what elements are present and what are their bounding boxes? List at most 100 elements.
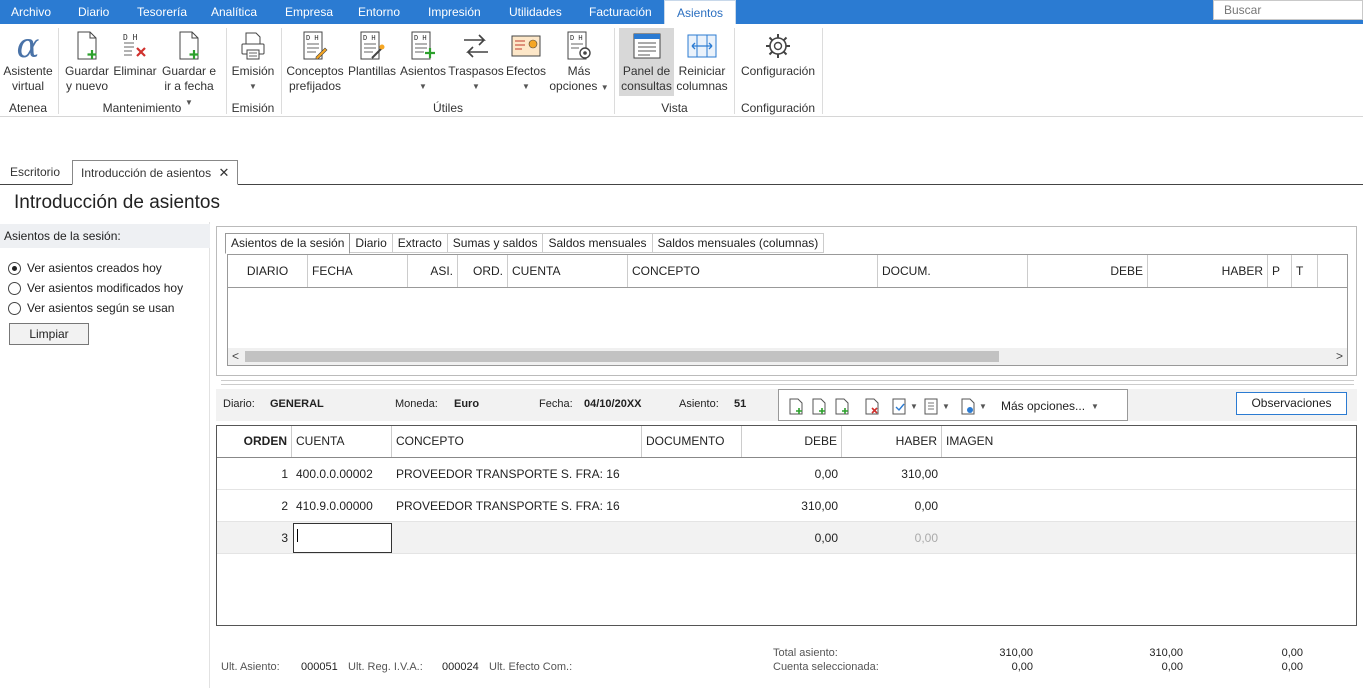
- chevron-down-icon[interactable]: ▼: [910, 402, 918, 411]
- col-diario[interactable]: DIARIO: [228, 255, 308, 287]
- menu-utilidades[interactable]: Utilidades: [503, 0, 568, 24]
- panel-consultas-button[interactable]: Panel de consultas: [619, 28, 674, 96]
- col-ord[interactable]: ORD.: [458, 255, 508, 287]
- group-vista: Vista: [661, 101, 688, 115]
- emision-button[interactable]: Emisión ▼: [230, 28, 276, 94]
- cell-concepto[interactable]: [392, 522, 642, 554]
- close-icon[interactable]: ✕: [218, 165, 229, 180]
- reiniciar-columnas-button[interactable]: Reiniciar columnas: [676, 28, 728, 94]
- scroll-right-icon[interactable]: >: [1336, 348, 1343, 365]
- col-cuenta[interactable]: CUENTA: [292, 426, 392, 457]
- col-asi[interactable]: ASI.: [408, 255, 458, 287]
- cell-haber[interactable]: 310,00: [842, 458, 942, 490]
- scrollbar-thumb[interactable]: [245, 351, 999, 362]
- table-row[interactable]: 1 400.0.0.00002 PROVEEDOR TRANSPORTE S. …: [217, 458, 1356, 490]
- col-haber[interactable]: HABER: [1148, 255, 1268, 287]
- efectos-button[interactable]: Efectos ▼: [506, 28, 546, 94]
- col-haber[interactable]: HABER: [842, 426, 942, 457]
- menu-diario[interactable]: Diario: [72, 0, 115, 24]
- cell-documento[interactable]: [642, 458, 742, 490]
- tab-sumas-saldos[interactable]: Sumas y saldos: [447, 233, 544, 253]
- table-row-editing[interactable]: 3 0,00 0,00: [217, 522, 1356, 554]
- mas-opciones-dropdown[interactable]: Más opciones... ▼: [1001, 397, 1099, 415]
- splitter-line[interactable]: [221, 384, 1354, 385]
- conceptos-prefijados-button[interactable]: D H Conceptos prefijados: [286, 28, 344, 94]
- menu-entorno[interactable]: Entorno: [352, 0, 406, 24]
- menu-analitica[interactable]: Analítica: [205, 0, 263, 24]
- cell-concepto[interactable]: PROVEEDOR TRANSPORTE S. FRA: 16: [392, 458, 642, 490]
- cell-debe[interactable]: 0,00: [742, 522, 842, 554]
- tab-saldos-mensuales[interactable]: Saldos mensuales: [543, 233, 653, 253]
- radio-button[interactable]: [8, 281, 21, 295]
- menu-impresion[interactable]: Impresión: [422, 0, 487, 24]
- guardar-fecha-button[interactable]: Guardar e ir a fecha ▼: [160, 28, 218, 110]
- col-fecha[interactable]: FECHA: [308, 255, 408, 287]
- col-cuenta[interactable]: CUENTA: [508, 255, 628, 287]
- insert-line-icon[interactable]: [789, 397, 803, 415]
- session-tabs: Asientos de la sesión Diario Extracto Su…: [225, 233, 825, 254]
- radio-segun-se-usan[interactable]: Ver asientos según se usan: [8, 301, 174, 315]
- col-documento[interactable]: DOCUMENTO: [642, 426, 742, 457]
- col-debe[interactable]: DEBE: [742, 426, 842, 457]
- asistente-virtual-button[interactable]: α Asistente virtual: [2, 28, 54, 94]
- printer-icon: [230, 28, 276, 64]
- radio-modificados-hoy[interactable]: Ver asientos modificados hoy: [8, 281, 183, 295]
- table-row[interactable]: 2 410.9.0.00000 PROVEEDOR TRANSPORTE S. …: [217, 490, 1356, 522]
- col-concepto[interactable]: CONCEPTO: [392, 426, 642, 457]
- limpiar-button[interactable]: Limpiar: [9, 323, 89, 345]
- menu-asientos[interactable]: Asientos: [664, 0, 737, 25]
- plantillas-button[interactable]: D H Plantillas: [346, 28, 398, 79]
- col-orden[interactable]: ORDEN: [217, 426, 292, 457]
- menu-tesoreria[interactable]: Tesorería: [131, 0, 193, 24]
- cell-haber[interactable]: 0,00: [842, 522, 942, 554]
- radio-button[interactable]: [8, 301, 21, 315]
- scroll-left-icon[interactable]: <: [232, 348, 239, 365]
- cell-documento[interactable]: [642, 522, 742, 554]
- col-imagen[interactable]: IMAGEN: [942, 426, 1356, 457]
- observaciones-button[interactable]: Observaciones: [1236, 392, 1347, 415]
- menu-empresa[interactable]: Empresa: [279, 0, 339, 24]
- cell-documento[interactable]: [642, 490, 742, 522]
- append-line-icon[interactable]: [835, 397, 849, 415]
- mas-opciones-ribbon-button[interactable]: D H Más opciones ▼: [548, 28, 610, 95]
- cell-debe[interactable]: 0,00: [742, 458, 842, 490]
- validate-line-icon[interactable]: ▼: [892, 397, 918, 415]
- chevron-down-icon[interactable]: ▼: [979, 402, 987, 411]
- tab-diario[interactable]: Diario: [350, 233, 393, 253]
- cuenta-edit-input[interactable]: [293, 523, 392, 553]
- tab-saldos-mensuales-columnas[interactable]: Saldos mensuales (columnas): [652, 233, 825, 253]
- copy-line-icon[interactable]: ▼: [924, 397, 950, 415]
- separator: [614, 28, 615, 114]
- cell-haber[interactable]: 0,00: [842, 490, 942, 522]
- col-concepto[interactable]: CONCEPTO: [628, 255, 878, 287]
- cell-concepto[interactable]: PROVEEDOR TRANSPORTE S. FRA: 16: [392, 490, 642, 522]
- col-p[interactable]: P: [1268, 255, 1292, 287]
- radio-creados-hoy[interactable]: Ver asientos creados hoy: [8, 261, 162, 275]
- traspasos-button[interactable]: Traspasos ▼: [448, 28, 504, 94]
- menu-archivo[interactable]: Archivo: [5, 0, 57, 24]
- attach-line-icon[interactable]: ▼: [961, 397, 987, 415]
- delete-line-icon[interactable]: [865, 397, 879, 415]
- menu-facturacion[interactable]: Facturación: [583, 0, 658, 24]
- cell-cuenta[interactable]: 400.0.0.00002: [292, 458, 392, 490]
- eliminar-button[interactable]: D H Eliminar: [112, 28, 158, 79]
- add-line-icon[interactable]: [812, 397, 826, 415]
- configuracion-button[interactable]: Configuración: [739, 28, 817, 79]
- col-t[interactable]: T: [1292, 255, 1318, 287]
- asientos-button[interactable]: D H Asientos ▼: [400, 28, 446, 94]
- horizontal-scrollbar[interactable]: < >: [228, 348, 1347, 365]
- session-grid: DIARIO FECHA ASI. ORD. CUENTA CONCEPTO D…: [227, 254, 1348, 366]
- tab-introduccion-asientos[interactable]: Introducción de asientos ✕: [72, 160, 239, 185]
- tab-extracto[interactable]: Extracto: [392, 233, 448, 253]
- cell-debe[interactable]: 310,00: [742, 490, 842, 522]
- radio-button-selected[interactable]: [8, 261, 21, 275]
- col-docum[interactable]: DOCUM.: [878, 255, 1028, 287]
- tab-asientos-sesion[interactable]: Asientos de la sesión: [225, 233, 351, 254]
- search-input[interactable]: Buscar: [1213, 0, 1363, 20]
- chevron-down-icon[interactable]: ▼: [942, 402, 950, 411]
- tab-escritorio[interactable]: Escritorio: [2, 160, 68, 185]
- diario-label: Diario:: [223, 398, 255, 410]
- cell-cuenta[interactable]: 410.9.0.00000: [292, 490, 392, 522]
- col-debe[interactable]: DEBE: [1028, 255, 1148, 287]
- guardar-nuevo-button[interactable]: Guardar y nuevo: [64, 28, 110, 94]
